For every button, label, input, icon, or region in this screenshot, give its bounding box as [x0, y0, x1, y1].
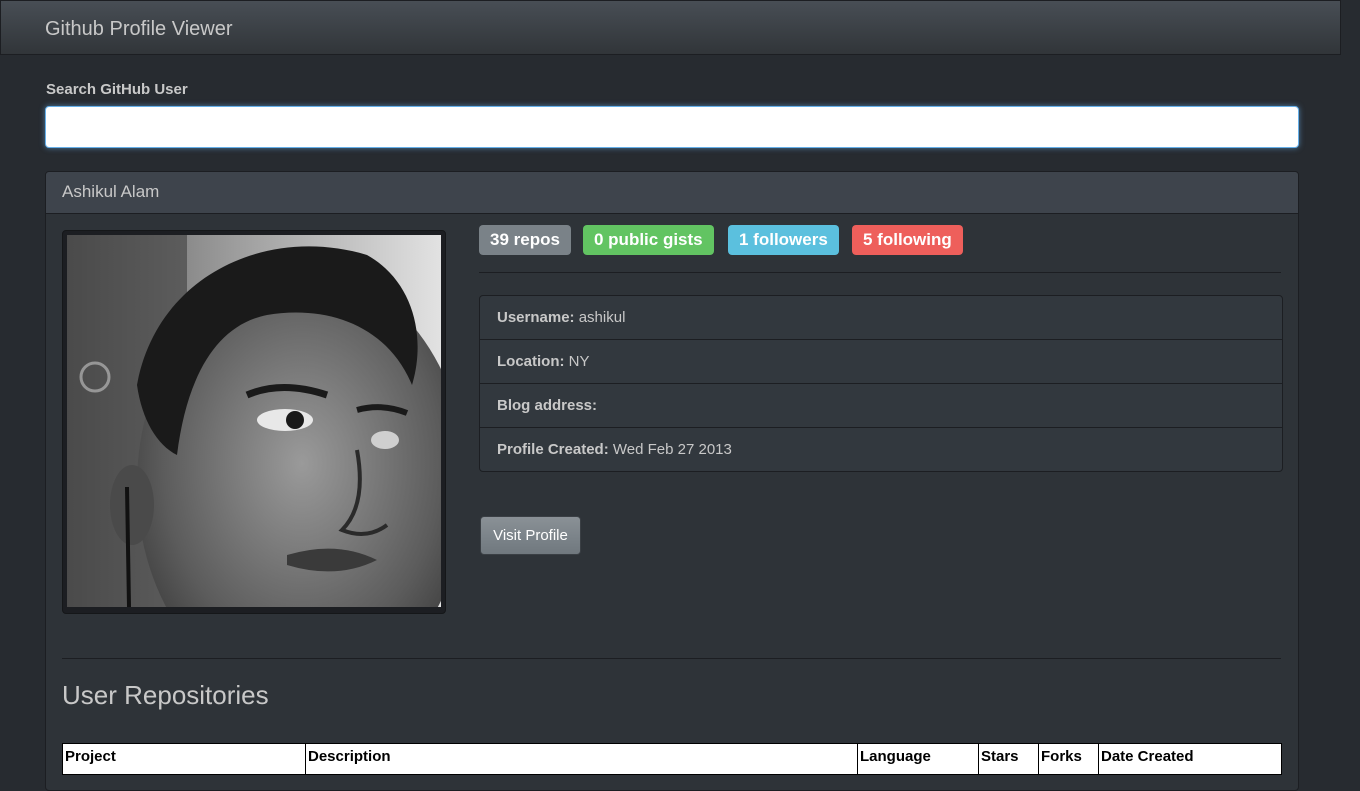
profile-name: Ashikul Alam	[62, 182, 160, 201]
avatar	[67, 235, 441, 607]
navbar: Github Profile Viewer	[0, 0, 1341, 55]
search-input[interactable]	[45, 106, 1299, 148]
profile-panel: Ashikul Alam 39 repos 0 public gists 1 f…	[45, 171, 1299, 791]
repositories-heading: User Repositories	[62, 680, 269, 710]
divider	[62, 658, 1281, 659]
detail-blog: Blog address:	[480, 384, 1282, 428]
repositories-table: Project Description Language Stars Forks…	[62, 743, 1282, 775]
column-header-project: Project	[62, 743, 306, 775]
detail-value: ashikul	[578, 309, 626, 326]
followers-badge: 1 followers	[728, 225, 839, 255]
detail-value: Wed Feb 27 2013	[612, 441, 732, 458]
detail-label: Username:	[497, 309, 575, 326]
column-header-forks: Forks	[1038, 743, 1099, 775]
detail-label: Location:	[497, 353, 565, 370]
detail-value: NY	[568, 353, 590, 370]
detail-label: Profile Created:	[497, 441, 609, 458]
column-header-date-created: Date Created	[1098, 743, 1282, 775]
panel-heading: Ashikul Alam	[46, 172, 1298, 214]
column-header-description: Description	[305, 743, 858, 775]
repos-badge: 39 repos	[479, 225, 571, 255]
profile-details-list: Username: ashikul Location: NY Blog addr…	[479, 295, 1283, 472]
table-header-row: Project Description Language Stars Forks…	[62, 743, 1282, 775]
detail-label: Blog address:	[497, 397, 598, 414]
column-header-language: Language	[857, 743, 979, 775]
column-header-stars: Stars	[978, 743, 1039, 775]
app-title[interactable]: Github Profile Viewer	[45, 18, 233, 41]
avatar-frame	[62, 230, 446, 614]
detail-location: Location: NY	[480, 340, 1282, 384]
visit-profile-button[interactable]: Visit Profile	[480, 516, 581, 555]
gists-badge: 0 public gists	[583, 225, 714, 255]
detail-created: Profile Created: Wed Feb 27 2013	[480, 428, 1282, 471]
following-badge: 5 following	[852, 225, 963, 255]
divider	[479, 272, 1281, 273]
search-label: Search GitHub User	[46, 81, 188, 98]
detail-username: Username: ashikul	[480, 296, 1282, 340]
